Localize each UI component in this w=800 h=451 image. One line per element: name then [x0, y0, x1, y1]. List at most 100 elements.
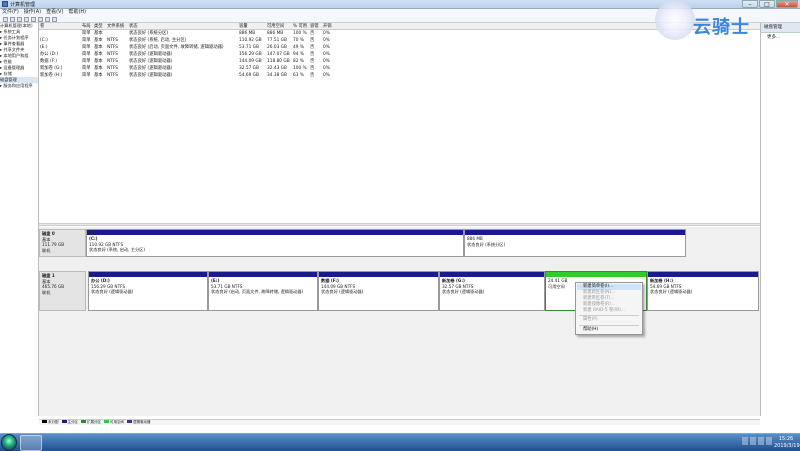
table-cell: 否 [310, 66, 315, 71]
delete-icon[interactable] [45, 16, 50, 22]
system-tray [742, 437, 772, 445]
watermark: 云骑士 [655, 0, 759, 40]
table-cell: 26.03 GB [267, 45, 287, 50]
disk-icon[interactable] [38, 16, 43, 22]
table-row[interactable]: 简单 基本 状态良好 (系统分区) 886 MB 886 MB 100 % 否 0% [39, 30, 760, 37]
table-cell: 新加卷 (H:) [40, 73, 63, 78]
col-free[interactable]: 可用空间 [266, 23, 292, 29]
col-overhead[interactable]: 开销 [322, 23, 342, 29]
maximize-button[interactable]: □ [759, 0, 775, 8]
partition-g[interactable]: 新加卷 (G:) 32.57 GB NTFS 状态良好 (逻辑驱动器) [439, 271, 545, 311]
taskbar-app-computer-management[interactable] [20, 435, 42, 451]
col-volume[interactable]: 卷 [39, 23, 81, 29]
table-cell: 数据 (F:) [40, 59, 57, 64]
menu-separator [579, 324, 639, 326]
col-type[interactable]: 类型 [93, 23, 106, 29]
table-row[interactable]: (E:) 简单 基本 NTFS 状态良好 (启动, 页面文件, 故障转储, 逻辑驱动器)… [39, 44, 760, 51]
back-icon[interactable] [3, 16, 8, 22]
disk-state: 联机 [42, 247, 51, 253]
col-percent[interactable]: % 可用 [292, 23, 309, 29]
pane-splitter[interactable] [39, 223, 760, 226]
table-row[interactable]: 办公 (D:) 简单 基本 NTFS 状态良好 (逻辑驱动器) 156.29 GB 147.… [39, 51, 760, 58]
menu-properties[interactable]: 属性(P) [577, 317, 641, 323]
table-cell: 77.51 GB [267, 38, 287, 43]
table-cell: 63 % [293, 73, 304, 78]
main-panel: 卷 布局 类型 文件系统 状态 容量 可用空间 % 可用 容错 开销 简单 基本状… [39, 23, 760, 416]
watermark-text: 云骑士 [693, 17, 750, 38]
disk-1-label[interactable]: 磁盘 1 基本 465.76 GB 联机 [39, 271, 86, 311]
table-cell: 状态良好 (系统分区) [129, 31, 169, 36]
legend-item: 扩展分区 [81, 420, 101, 425]
table-cell: (C:) [40, 38, 48, 43]
legend-item: 未分配 [42, 420, 59, 425]
table-cell: 基本 [94, 38, 103, 43]
taskbar: 15:26 2019/3/19 [0, 433, 800, 451]
table-cell: 简单 [82, 31, 91, 36]
table-cell: 状态良好 (逻辑驱动器) [129, 59, 173, 64]
col-filesystem[interactable]: 文件系统 [106, 23, 128, 29]
close-button[interactable]: ✕ [776, 0, 798, 8]
table-cell: 0% [323, 73, 330, 78]
table-cell: 简单 [82, 66, 91, 71]
actions-header[interactable]: 磁盘管理 [761, 23, 800, 33]
table-cell: 否 [310, 45, 315, 50]
clock[interactable]: 15:26 2019/3/19 [774, 436, 800, 450]
actions-more[interactable]: 更多... [761, 33, 800, 42]
legend-item: 主分区 [61, 420, 78, 425]
table-cell: 否 [310, 38, 315, 43]
table-row[interactable]: 数据 (F:) 简单 基本 NTFS 状态良好 (逻辑驱动器) 144.09 GB 118.… [39, 58, 760, 65]
table-cell: 886 MB [239, 31, 256, 36]
partition-e[interactable]: (E:) 53.71 GB NTFS 状态良好 (启动, 页面文件, 故障转储,… [208, 271, 318, 311]
table-cell: 新加卷 (G:) [40, 66, 63, 71]
forward-icon[interactable] [10, 16, 15, 22]
table-cell: 否 [310, 52, 315, 57]
col-fault[interactable]: 容错 [309, 23, 322, 29]
partition-bar [87, 230, 463, 235]
tray-flag-icon[interactable] [766, 437, 772, 445]
table-cell: 状态良好 (启动, 页面文件, 故障转储, 逻辑驱动器) [129, 45, 224, 50]
tray-input-icon[interactable] [742, 437, 748, 445]
partition-d[interactable]: 办公 (D:) 156.29 GB NTFS 状态良好 (逻辑驱动器) [88, 271, 208, 311]
context-menu: 新建简单卷(I)... 新建跨区卷(N)... 新建带区卷(T)... 新建镜像… [575, 282, 643, 335]
table-cell: 110.92 GB [239, 38, 262, 43]
clock-time: 15:26 [778, 436, 794, 442]
col-layout[interactable]: 布局 [81, 23, 93, 29]
partition-bar [648, 272, 758, 277]
partition-h[interactable]: 新加卷 (H:) 54.69 GB NTFS 状态良好 (逻辑驱动器) [647, 271, 759, 311]
col-capacity[interactable]: 容量 [238, 23, 266, 29]
table-cell: 0% [323, 45, 330, 50]
partition-status: 状态良好 (逻辑驱动器) [650, 289, 693, 295]
table-cell: 基本 [94, 73, 103, 78]
app-icon [2, 1, 8, 7]
table-cell: 基本 [94, 52, 103, 57]
tree-services[interactable]: ▸ 服务和应用程序 [0, 83, 38, 89]
menu-file[interactable]: 文件(F) [2, 9, 19, 16]
tray-volume-icon[interactable] [758, 437, 764, 445]
menu-help[interactable]: 帮助(H) [577, 327, 641, 333]
disk-0-row: 磁盘 0 基本 111.79 GB 联机 (C:) 110.92 GB NTFS… [39, 229, 760, 257]
check-icon[interactable] [52, 16, 57, 22]
up-icon[interactable] [17, 16, 22, 22]
menu-help[interactable]: 帮助(H) [68, 9, 86, 16]
menu-action[interactable]: 操作(A) [24, 9, 41, 16]
partition-c[interactable]: (C:) 110.92 GB NTFS 状态良好 (系统, 启动, 主分区) [86, 229, 464, 257]
properties-icon[interactable] [24, 16, 29, 22]
menu-new-raid5-volume[interactable]: 新建 RAID-5 卷(W)... [577, 308, 641, 314]
menu-view[interactable]: 查看(V) [46, 9, 63, 16]
table-row[interactable]: 新加卷 (G:) 简单 基本 NTFS 状态良好 (逻辑驱动器) 32.57 GB 32.4… [39, 65, 760, 72]
partition-f[interactable]: 数据 (F:) 144.09 GB NTFS 状态良好 (逻辑驱动器) [318, 271, 439, 311]
start-button[interactable] [1, 434, 17, 451]
table-cell: 70 % [293, 38, 304, 43]
partition-system[interactable]: 886 MB 状态良好 (系统分区) [464, 229, 686, 257]
table-cell: 49 % [293, 45, 304, 50]
table-row[interactable]: (C:) 简单 基本 NTFS 状态良好 (系统, 启动, 主分区) 110.92 GB 7… [39, 37, 760, 44]
table-cell: 简单 [82, 52, 91, 57]
partition-status: 状态良好 (启动, 页面文件, 故障转储, 逻辑驱动器) [211, 289, 304, 295]
table-header: 卷 布局 类型 文件系统 状态 容量 可用空间 % 可用 容错 开销 [39, 23, 760, 30]
tray-network-icon[interactable] [750, 437, 756, 445]
col-status[interactable]: 状态 [128, 23, 238, 29]
table-cell: 0% [323, 31, 330, 36]
help-icon[interactable] [31, 16, 36, 22]
table-row[interactable]: 新加卷 (H:) 简单 基本 NTFS 状态良好 (逻辑驱动器) 54.69 GB 34.3… [39, 72, 760, 79]
disk-0-label[interactable]: 磁盘 0 基本 111.79 GB 联机 [39, 229, 86, 257]
